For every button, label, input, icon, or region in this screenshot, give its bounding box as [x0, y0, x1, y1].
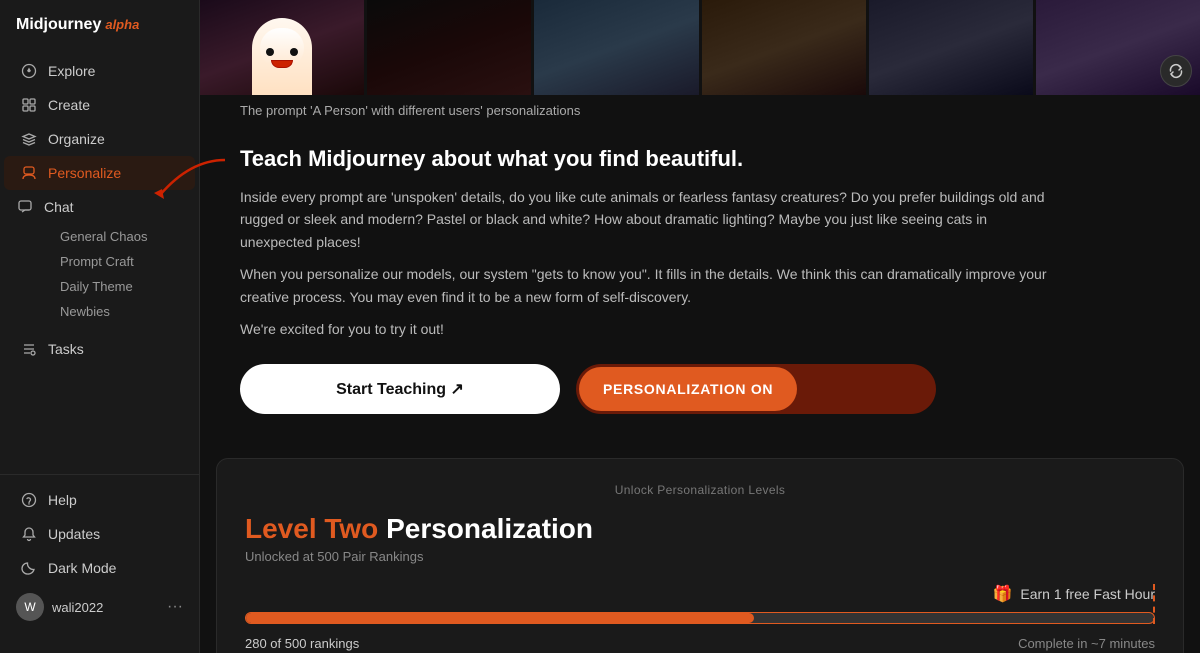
unlock-label: Unlock Personalization Levels	[245, 483, 1155, 497]
sidebar-item-explore[interactable]: Explore	[4, 54, 195, 88]
desc-2: When you personalize our models, our sys…	[240, 263, 1060, 308]
progress-labels: 280 of 500 rankings Complete in ~7 minut…	[245, 636, 1155, 651]
sidebar-item-create[interactable]: Create	[4, 88, 195, 122]
moon-icon	[20, 559, 38, 577]
image-clown	[200, 0, 364, 95]
sidebar-sub-prompt-craft[interactable]: Prompt Craft	[44, 249, 199, 274]
layers-icon	[20, 130, 38, 148]
sidebar-item-chat[interactable]: Chat	[0, 190, 199, 224]
earn-text: Earn 1 free Fast Hour	[1020, 586, 1155, 602]
sidebar-item-help[interactable]: Help	[4, 483, 195, 517]
personalization-on-wrapper: PERSONALIZATION ON	[576, 364, 936, 414]
earn-badge: 🎁 Earn 1 free Fast Hour	[245, 584, 1155, 604]
level-two-text: Level Two	[245, 513, 378, 544]
sidebar-label-explore: Explore	[48, 63, 95, 79]
progress-bar	[245, 612, 1155, 624]
personalize-section: Teach Midjourney about what you find bea…	[200, 126, 1100, 458]
desc-1: Inside every prompt are 'unspoken' detai…	[240, 186, 1060, 253]
sidebar-label-help: Help	[48, 492, 77, 508]
tasks-icon	[20, 340, 38, 358]
sidebar-label-personalize: Personalize	[48, 165, 121, 181]
compass-icon	[20, 62, 38, 80]
sidebar-label-organize: Organize	[48, 131, 105, 147]
logo-main: Midjourney	[16, 16, 101, 34]
image-person	[534, 0, 698, 95]
sidebar-item-dark-mode[interactable]: Dark Mode	[4, 551, 195, 585]
help-icon	[20, 491, 38, 509]
personalization-on-button[interactable]: PERSONALIZATION ON	[579, 367, 797, 411]
progress-complete: Complete in ~7 minutes	[1018, 636, 1155, 651]
grid-icon	[20, 96, 38, 114]
sidebar-bottom: Help Updates Dark Mode W wali2022 ···	[0, 474, 199, 637]
logo: Midjourney alpha	[0, 16, 199, 54]
sidebar-sub-daily-theme[interactable]: Daily Theme	[44, 274, 199, 299]
username: wali2022	[52, 600, 159, 615]
level-title: Level Two Personalization	[245, 513, 1155, 545]
sidebar-item-updates[interactable]: Updates	[4, 517, 195, 551]
chat-icon	[16, 198, 34, 216]
sidebar-label-create: Create	[48, 97, 90, 113]
sidebar-sub-newbies[interactable]: Newbies	[44, 299, 199, 324]
action-buttons: Start Teaching ↗ PERSONALIZATION ON	[240, 364, 1060, 414]
sidebar-sub-general-chaos[interactable]: General Chaos	[44, 224, 199, 249]
logo-alpha: alpha	[105, 17, 139, 32]
progress-container	[245, 612, 1155, 624]
image-fashion	[869, 0, 1033, 95]
user-row[interactable]: W wali2022 ···	[0, 585, 199, 629]
main-content: The prompt 'A Person' with different use…	[200, 0, 1200, 653]
level-subtitle: Unlocked at 500 Pair Rankings	[245, 549, 1155, 564]
desc-3: We're excited for you to try it out!	[240, 318, 1060, 340]
start-teaching-button[interactable]: Start Teaching ↗	[240, 364, 560, 414]
image-caption: The prompt 'A Person' with different use…	[200, 95, 1200, 126]
image-strip	[200, 0, 1200, 95]
user-menu-dots[interactable]: ···	[167, 598, 183, 616]
progress-count: 280 of 500 rankings	[245, 636, 359, 651]
sidebar: Midjourney alpha Explore Create Organize…	[0, 0, 200, 653]
bell-icon	[20, 525, 38, 543]
gift-icon: 🎁	[992, 584, 1012, 604]
sidebar-label-tasks: Tasks	[48, 341, 84, 357]
sidebar-item-tasks[interactable]: Tasks	[4, 332, 195, 366]
section-title: Teach Midjourney about what you find bea…	[240, 146, 1060, 172]
chat-sub-items: General Chaos Prompt Craft Daily Theme N…	[0, 224, 199, 324]
image-face	[702, 0, 866, 95]
image-dark	[367, 0, 531, 95]
unlock-section: Unlock Personalization Levels Level Two …	[216, 458, 1184, 653]
person-icon	[20, 164, 38, 182]
sidebar-label-chat: Chat	[44, 199, 74, 215]
sidebar-label-dark-mode: Dark Mode	[48, 560, 116, 576]
refresh-button[interactable]	[1160, 55, 1192, 87]
avatar: W	[16, 593, 44, 621]
sidebar-item-personalize[interactable]: Personalize	[4, 156, 195, 190]
progress-dashed-indicator	[1153, 584, 1155, 624]
level-rest-text: Personalization	[386, 513, 593, 544]
sidebar-label-updates: Updates	[48, 526, 100, 542]
sidebar-item-organize[interactable]: Organize	[4, 122, 195, 156]
progress-fill	[246, 613, 754, 623]
